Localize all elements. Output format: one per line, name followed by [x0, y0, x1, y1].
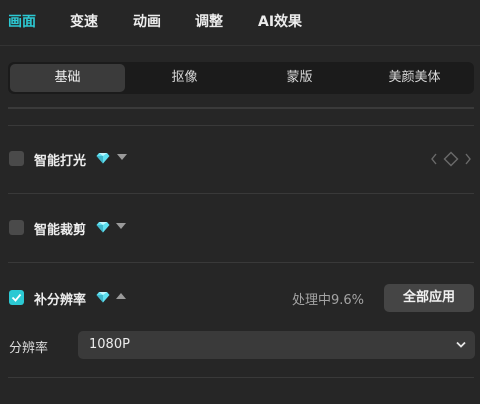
tab-ai-effects[interactable]: AI效果 — [258, 11, 302, 31]
keyframe-nav — [431, 151, 471, 167]
resolution-value: 1080P — [89, 337, 130, 352]
divider — [8, 107, 474, 109]
smart-crop-checkbox[interactable] — [9, 220, 24, 235]
next-keyframe-icon[interactable] — [465, 153, 471, 165]
divider — [8, 262, 474, 263]
diamond-icon — [96, 292, 110, 303]
chevron-up-icon[interactable] — [116, 293, 126, 299]
feature-row-smart-light: 智能打光 — [8, 149, 474, 169]
sub-tab-bar: 基础 抠像 蒙版 美颜美体 — [8, 62, 474, 94]
chevron-down-icon[interactable] — [116, 223, 126, 229]
tab-speed[interactable]: 变速 — [70, 11, 98, 31]
diamond-icon — [96, 222, 110, 233]
super-resolution-checkbox[interactable] — [9, 290, 24, 305]
tab-adjust[interactable]: 调整 — [195, 11, 223, 31]
divider — [8, 193, 474, 194]
super-resolution-label: 补分辨率 — [34, 293, 87, 308]
subtab-beauty[interactable]: 美颜美体 — [357, 64, 472, 92]
smart-light-label: 智能打光 — [34, 154, 87, 169]
chevron-down-icon[interactable] — [117, 154, 127, 160]
chevron-down-icon — [456, 341, 466, 348]
resolution-label: 分辨率 — [9, 341, 49, 356]
smart-crop-label: 智能裁剪 — [34, 223, 87, 238]
diamond-icon — [96, 153, 110, 164]
subtab-mask[interactable]: 蒙版 — [242, 64, 357, 92]
add-keyframe-icon[interactable] — [443, 151, 459, 167]
smart-light-checkbox[interactable] — [9, 151, 24, 166]
apply-all-button[interactable]: 全部应用 — [384, 284, 474, 312]
subtab-basic[interactable]: 基础 — [10, 64, 125, 92]
feature-row-smart-crop: 智能裁剪 — [8, 218, 474, 238]
subtab-cutout[interactable]: 抠像 — [127, 64, 242, 92]
divider — [8, 125, 474, 126]
tab-picture[interactable]: 画面 — [8, 11, 36, 31]
check-icon — [11, 293, 22, 302]
prev-keyframe-icon[interactable] — [431, 153, 437, 165]
processing-status: 处理中9.6% — [292, 293, 365, 308]
resolution-select[interactable]: 1080P — [78, 331, 475, 359]
top-tab-bar: 画面 变速 动画 调整 AI效果 — [0, 0, 480, 46]
divider — [8, 377, 474, 378]
tab-animation[interactable]: 动画 — [133, 11, 161, 31]
